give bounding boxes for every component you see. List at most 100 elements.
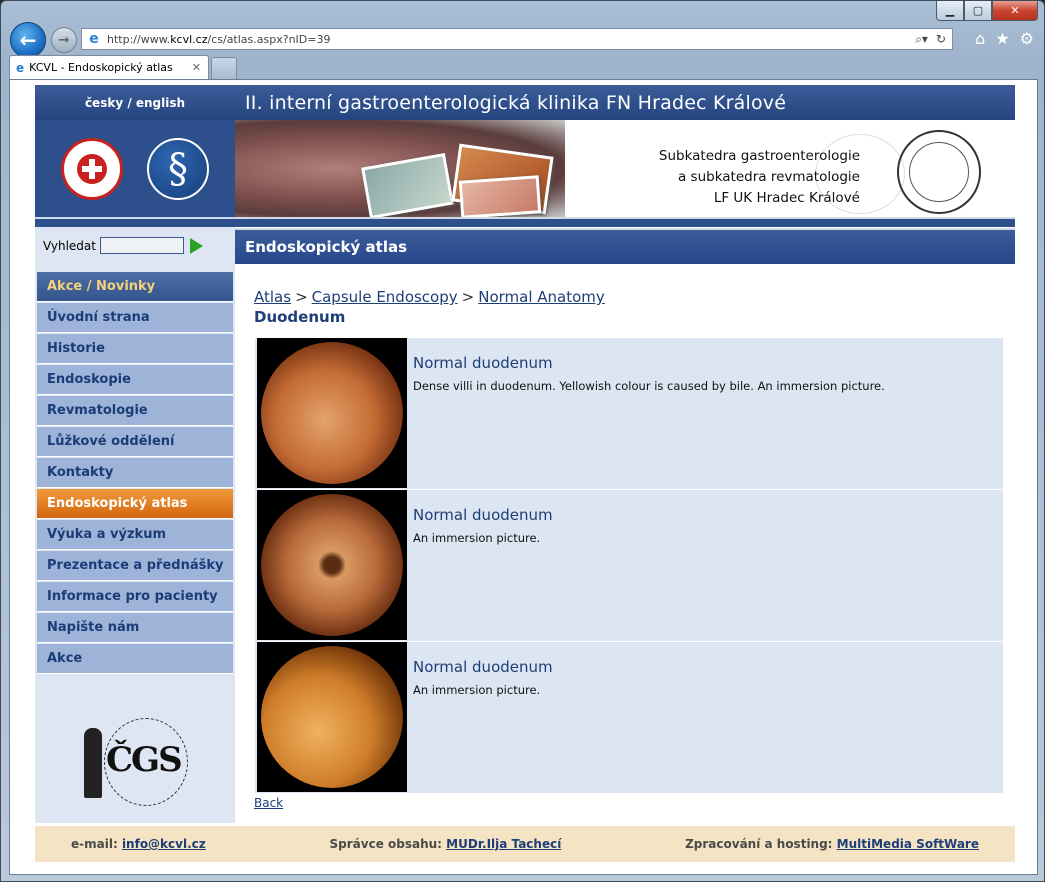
menu-item-historie[interactable]: Historie — [37, 334, 233, 364]
close-tab-icon[interactable]: ✕ — [192, 61, 201, 74]
hosting-link[interactable]: MultiMedia SoftWare — [837, 837, 979, 851]
footer-admin-label: Správce obsahu: — [329, 837, 442, 851]
main-menu: Akce / Novinky Úvodní strana Historie En… — [35, 272, 235, 674]
atlas-entries: Normal duodenum Dense villi in duodenum.… — [255, 338, 1003, 793]
window-controls: ▁ ▢ ✕ — [936, 1, 1038, 21]
sidebar: Vyhledat Akce / Novinky Úvodní strana Hi… — [35, 227, 235, 823]
entry-text: Normal duodenum An immersion picture. — [409, 490, 1003, 641]
cross-icon — [77, 153, 107, 184]
refresh-icon[interactable]: ↻ — [936, 32, 946, 47]
site-title: II. interní gastroenterologická klinika … — [245, 91, 787, 114]
footer-hosting: Zpracování a hosting: MultiMedia SoftWar… — [685, 837, 979, 851]
entry-title: Normal duodenum — [413, 354, 553, 372]
entry-title: Normal duodenum — [413, 506, 553, 524]
footer-hosting-label: Zpracování a hosting: — [685, 837, 833, 851]
capsule-image — [261, 342, 403, 484]
new-tab-button[interactable] — [211, 57, 237, 79]
search-go-icon[interactable] — [190, 237, 203, 254]
email-link[interactable]: info@kcvl.cz — [122, 837, 206, 851]
tab-title: KCVL - Endoskopický atlas — [29, 61, 173, 74]
page: česky / english II. interní gastroentero… — [35, 85, 1015, 862]
entry-text: Normal duodenum Dense villi in duodenum.… — [409, 338, 1003, 489]
home-icon[interactable]: ⌂ — [975, 29, 985, 48]
footer-email: e-mail: info@kcvl.cz — [71, 837, 206, 851]
breadcrumb: Atlas > Capsule Endoscopy > Normal Anatomy — [254, 288, 1015, 306]
logos: § — [35, 120, 235, 217]
arrow-left-icon: ← — [19, 28, 37, 52]
star-icon[interactable]: ★ — [995, 29, 1009, 48]
ie-icon: e — [89, 31, 99, 47]
breadcrumb-separator: > — [295, 288, 308, 306]
footer: e-mail: info@kcvl.cz Správce obsahu: MUD… — [35, 826, 1015, 862]
figure-icon — [84, 728, 102, 798]
search-input[interactable] — [100, 237, 184, 254]
menu-item-informace-pro-pacienty[interactable]: Informace pro pacienty — [37, 582, 233, 612]
entry-description: An immersion picture. — [413, 683, 541, 697]
cgs-emblem: ČGS — [80, 718, 190, 808]
header-top: česky / english II. interní gastroentero… — [35, 85, 1015, 120]
search-label: Vyhledat — [43, 238, 96, 253]
close-window-button[interactable]: ✕ — [992, 1, 1038, 21]
admin-link[interactable]: MUDr.Ilja Tachecí — [446, 837, 561, 851]
tab-bar: e KCVL - Endoskopický atlas ✕ — [1, 53, 1045, 79]
menu-item-napiste-nam[interactable]: Napište nám — [37, 613, 233, 643]
content: Endoskopický atlas Atlas > Capsule Endosco… — [235, 227, 1015, 823]
tab-kcvl[interactable]: e KCVL - Endoskopický atlas ✕ — [9, 55, 209, 79]
endoscopy-thumbnail[interactable] — [257, 490, 407, 640]
menu-item-vyuka-a-vyzkum[interactable]: Výuka a výzkum — [37, 520, 233, 550]
capsule-image — [261, 646, 403, 788]
address-bar[interactable]: e http://www. kcvl.cz/cs/atlas.aspx?nID=3… — [81, 28, 953, 50]
subtitle-line: LF UK Hradec Králové — [713, 190, 860, 206]
menu-item-akce[interactable]: Akce — [37, 644, 233, 674]
cgs-logo[interactable]: ČGS — [35, 718, 235, 808]
page-viewport: česky / english II. interní gastroentero… — [9, 79, 1038, 875]
endoscopy-thumbnail[interactable] — [257, 642, 407, 792]
collage-photo — [458, 175, 542, 217]
faculty-seal-logo — [897, 130, 981, 214]
menu-item-endoskopie[interactable]: Endoskopie — [37, 365, 233, 395]
s-curve-icon: § — [168, 145, 188, 192]
capsule-image — [261, 494, 403, 636]
atlas-entry: Normal duodenum Dense villi in duodenum.… — [255, 338, 1003, 489]
endoscopy-thumbnail[interactable] — [257, 338, 407, 488]
menu-item-luzkove-oddeleni[interactable]: Lůžkové oddělení — [37, 427, 233, 457]
cgs-letters: ČGS — [106, 740, 183, 780]
menu-item-akce-novinky[interactable]: Akce / Novinky — [37, 272, 233, 302]
page-heading: Duodenum — [254, 308, 346, 326]
back-link[interactable]: Back — [254, 796, 1015, 810]
url-host: kcvl.cz — [170, 32, 208, 46]
menu-item-revmatologie[interactable]: Revmatologie — [37, 396, 233, 426]
breadcrumb-separator: > — [461, 288, 475, 306]
search-box: Vyhledat — [35, 227, 235, 264]
main: Vyhledat Akce / Novinky Úvodní strana Hi… — [35, 227, 1015, 823]
menu-item-endoskopicky-atlas[interactable]: Endoskopický atlas — [37, 489, 233, 519]
gear-icon[interactable]: ⚙ — [1020, 29, 1034, 48]
header-banner: § Subkatedra gastroenterologie a subkate… — [35, 120, 1015, 217]
forward-button[interactable]: → — [51, 27, 77, 53]
breadcrumb-normal-anatomy[interactable]: Normal Anatomy — [478, 288, 605, 306]
menu-item-uvodni-strana[interactable]: Úvodní strana — [37, 303, 233, 333]
footer-email-label: e-mail: — [71, 837, 118, 851]
ie-icon: e — [16, 60, 25, 75]
menu-item-kontakty[interactable]: Kontakty — [37, 458, 233, 488]
entry-description: Dense villi in duodenum. Yellowish colou… — [413, 379, 885, 393]
browser-toolbar: ⌂ ★ ⚙ — [975, 29, 1034, 48]
section-title: Endoskopický atlas — [235, 228, 1015, 264]
url-path: /cs/atlas.aspx?nID=39 — [207, 32, 331, 46]
url-prefix: http://www. — [107, 32, 171, 46]
clinic-logo[interactable]: § — [147, 137, 209, 200]
hospital-logo[interactable] — [61, 137, 123, 200]
subtitle-line: Subkatedra gastroenterologie — [658, 148, 860, 164]
header-divider — [35, 217, 1015, 227]
atlas-entry: Normal duodenum An immersion picture. — [255, 642, 1003, 793]
atlas-entry: Normal duodenum An immersion picture. — [255, 490, 1003, 641]
language-switch[interactable]: česky / english — [35, 85, 235, 120]
minimize-button[interactable]: ▁ — [936, 1, 964, 21]
breadcrumb-capsule-endoscopy[interactable]: Capsule Endoscopy — [312, 288, 458, 306]
entry-description: An immersion picture. — [413, 531, 541, 545]
footer-admin: Správce obsahu: MUDr.Ilja Tachecí — [330, 837, 562, 851]
breadcrumb-atlas[interactable]: Atlas — [254, 288, 291, 306]
search-icon[interactable]: ⌕▾ — [915, 32, 928, 47]
menu-item-prezentace[interactable]: Prezentace a přednášky — [37, 551, 233, 581]
maximize-button[interactable]: ▢ — [964, 1, 992, 21]
